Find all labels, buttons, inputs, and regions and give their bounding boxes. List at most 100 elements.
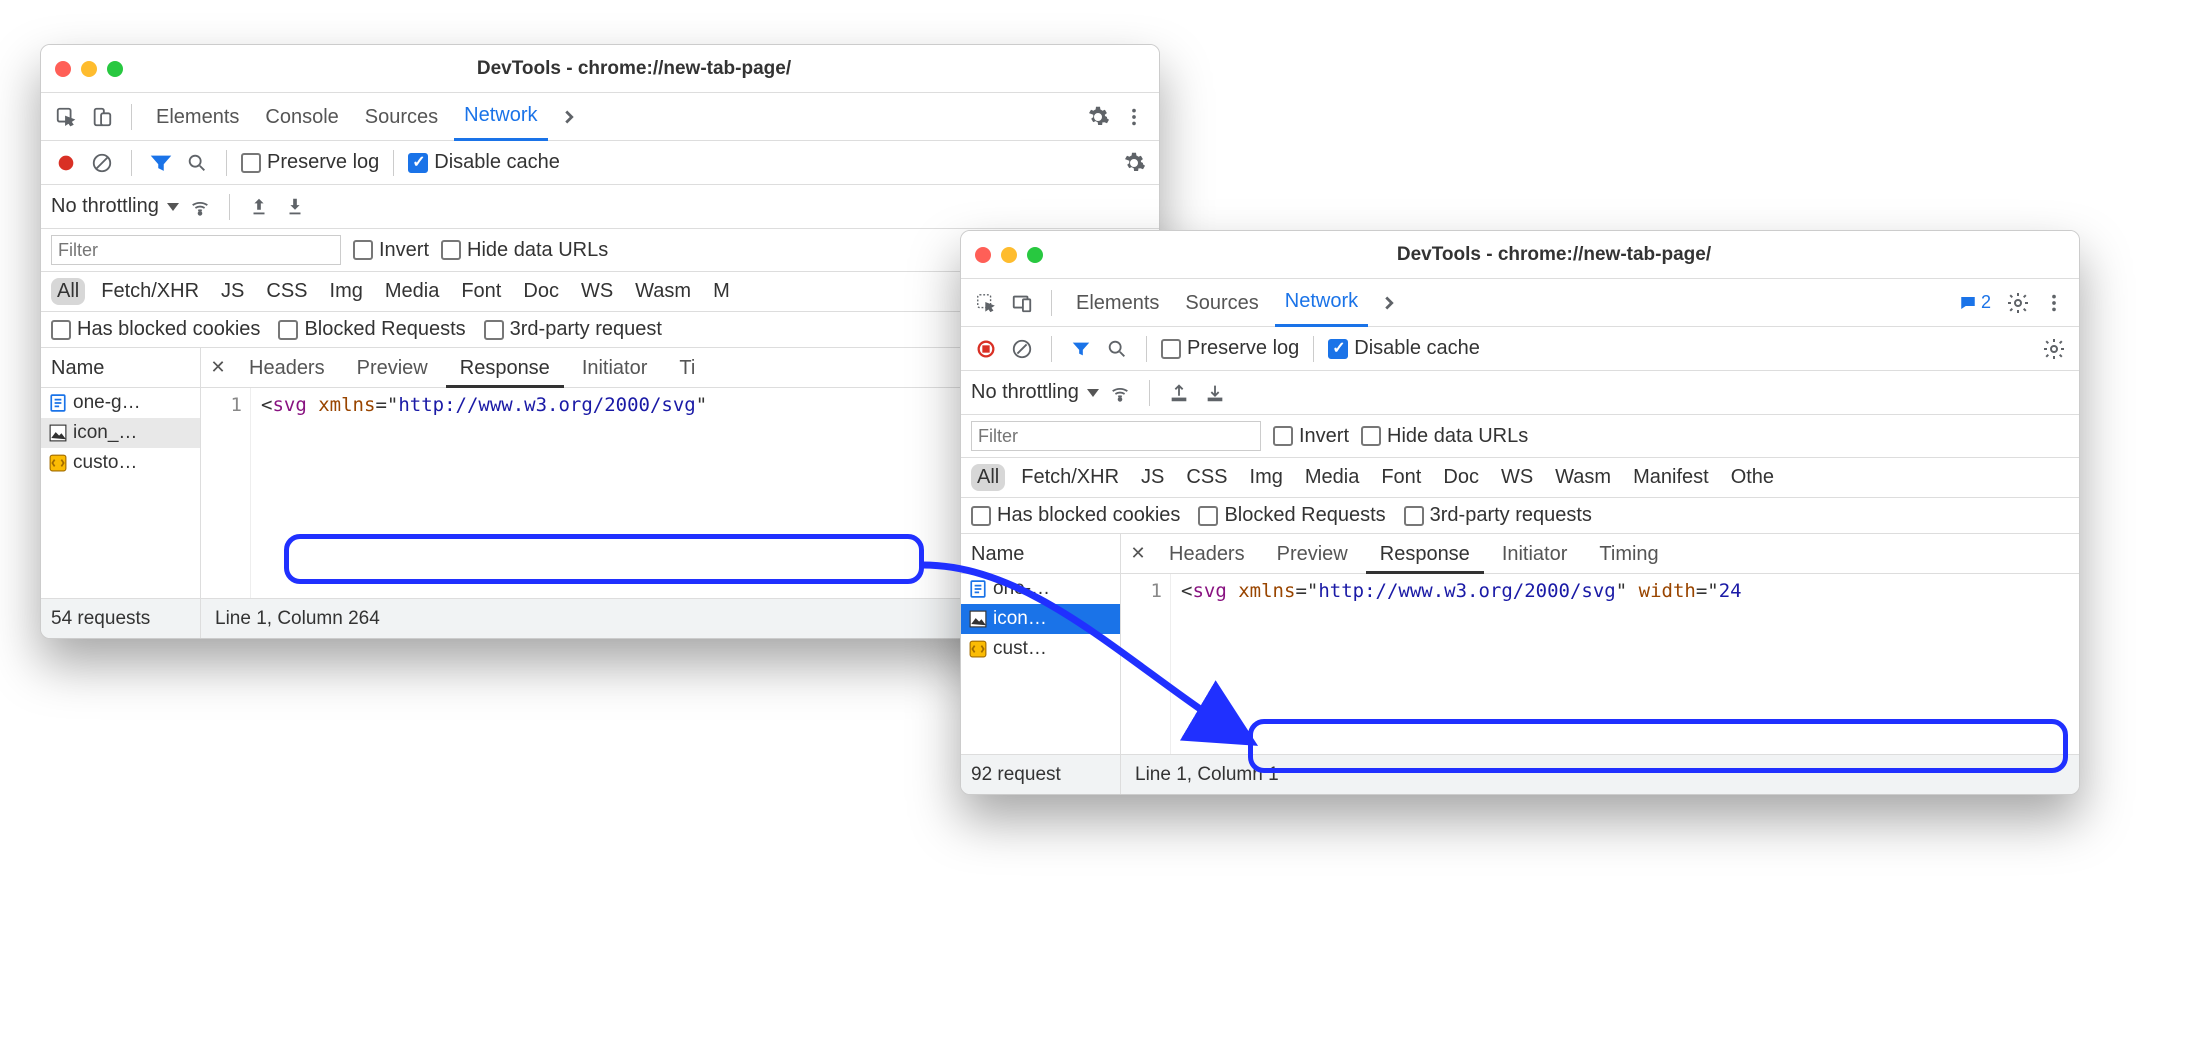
clear-icon[interactable] (87, 148, 117, 178)
type-js[interactable]: JS (215, 278, 250, 305)
blocked-cookies-checkbox[interactable]: Has blocked cookies (51, 318, 260, 341)
hide-data-urls-checkbox[interactable]: Hide data URLs (441, 239, 608, 262)
tab-elements[interactable]: Elements (1066, 279, 1169, 327)
dtab-response[interactable]: Response (446, 348, 564, 388)
more-tabs-icon[interactable] (554, 102, 584, 132)
dtab-timing[interactable]: Timing (1585, 534, 1672, 574)
third-party-checkbox[interactable]: 3rd-party request (484, 318, 662, 341)
invert-checkbox[interactable]: Invert (1273, 425, 1349, 448)
dtab-initiator[interactable]: Initiator (1488, 534, 1582, 574)
maximize-window-icon[interactable] (1027, 247, 1043, 263)
type-media[interactable]: Media (1299, 464, 1365, 491)
name-column-header[interactable]: Name (41, 348, 200, 388)
filter-icon[interactable] (1066, 334, 1096, 364)
wifi-icon[interactable] (185, 192, 215, 222)
dtab-initiator[interactable]: Initiator (568, 348, 662, 388)
type-js[interactable]: JS (1135, 464, 1170, 491)
tab-sources[interactable]: Sources (1175, 279, 1268, 327)
invert-checkbox[interactable]: Invert (353, 239, 429, 262)
type-wasm[interactable]: Wasm (1549, 464, 1617, 491)
preserve-log-checkbox[interactable]: Preserve log (1161, 337, 1299, 360)
titlebar[interactable]: DevTools - chrome://new-tab-page/ (961, 231, 2079, 279)
disable-cache-checkbox[interactable]: Disable cache (1328, 337, 1480, 360)
request-row[interactable]: icon_… (41, 418, 200, 448)
settings-icon[interactable] (2003, 288, 2033, 318)
more-tabs-icon[interactable] (1374, 288, 1404, 318)
inspect-element-icon[interactable] (51, 102, 81, 132)
device-toggle-icon[interactable] (87, 102, 117, 132)
type-css[interactable]: CSS (1180, 464, 1233, 491)
preserve-log-checkbox[interactable]: Preserve log (241, 151, 379, 174)
minimize-window-icon[interactable] (1001, 247, 1017, 263)
search-icon[interactable] (182, 148, 212, 178)
tab-elements[interactable]: Elements (146, 93, 249, 141)
wifi-icon[interactable] (1105, 378, 1135, 408)
dtab-preview[interactable]: Preview (1263, 534, 1362, 574)
third-party-checkbox[interactable]: 3rd-party requests (1404, 504, 1592, 527)
type-more[interactable]: M (707, 278, 736, 305)
blocked-cookies-checkbox[interactable]: Has blocked cookies (971, 504, 1180, 527)
request-row[interactable]: custo… (41, 448, 200, 478)
type-all[interactable]: All (971, 464, 1005, 491)
dtab-preview[interactable]: Preview (343, 348, 442, 388)
name-column-header[interactable]: Name (961, 534, 1120, 574)
type-img[interactable]: Img (324, 278, 369, 305)
type-css[interactable]: CSS (260, 278, 313, 305)
network-settings-icon[interactable] (2039, 334, 2069, 364)
hide-data-urls-checkbox[interactable]: Hide data URLs (1361, 425, 1528, 448)
tab-network[interactable]: Network (454, 93, 547, 141)
maximize-window-icon[interactable] (107, 61, 123, 77)
type-all[interactable]: All (51, 278, 85, 305)
close-window-icon[interactable] (55, 61, 71, 77)
close-window-icon[interactable] (975, 247, 991, 263)
device-toggle-icon[interactable] (1007, 288, 1037, 318)
search-icon[interactable] (1102, 334, 1132, 364)
dtab-headers[interactable]: Headers (1155, 534, 1259, 574)
record-icon[interactable] (971, 334, 1001, 364)
dtab-headers[interactable]: Headers (235, 348, 339, 388)
request-row[interactable]: icon… (961, 604, 1120, 634)
kebab-menu-icon[interactable] (2039, 288, 2069, 318)
type-fetch[interactable]: Fetch/XHR (1015, 464, 1125, 491)
type-doc[interactable]: Doc (1437, 464, 1485, 491)
throttling-select[interactable]: No throttling (971, 381, 1099, 404)
tab-network[interactable]: Network (1275, 279, 1368, 327)
upload-icon[interactable] (244, 192, 274, 222)
type-img[interactable]: Img (1244, 464, 1289, 491)
type-ws[interactable]: WS (1495, 464, 1539, 491)
type-font[interactable]: Font (1375, 464, 1427, 491)
dtab-response[interactable]: Response (1366, 534, 1484, 574)
filter-input[interactable] (51, 235, 341, 265)
record-icon[interactable] (51, 148, 81, 178)
throttling-select[interactable]: No throttling (51, 195, 179, 218)
settings-icon[interactable] (1083, 102, 1113, 132)
type-ws[interactable]: WS (575, 278, 619, 305)
clear-icon[interactable] (1007, 334, 1037, 364)
request-row[interactable]: one-g… (41, 388, 200, 418)
type-doc[interactable]: Doc (517, 278, 565, 305)
blocked-requests-checkbox[interactable]: Blocked Requests (1198, 504, 1385, 527)
filter-icon[interactable] (146, 148, 176, 178)
minimize-window-icon[interactable] (81, 61, 97, 77)
tab-sources[interactable]: Sources (355, 93, 448, 141)
type-font[interactable]: Font (455, 278, 507, 305)
inspect-element-icon[interactable] (971, 288, 1001, 318)
issues-badge[interactable]: 2 (1953, 290, 1997, 315)
close-detail-icon[interactable]: ✕ (1125, 541, 1151, 567)
type-media[interactable]: Media (379, 278, 445, 305)
network-settings-icon[interactable] (1119, 148, 1149, 178)
type-manifest[interactable]: Manifest (1627, 464, 1715, 491)
type-fetch[interactable]: Fetch/XHR (95, 278, 205, 305)
disable-cache-checkbox[interactable]: Disable cache (408, 151, 560, 174)
response-code[interactable]: <svg xmlns="http://www.w3.org/2000/svg" … (1171, 574, 2079, 754)
download-icon[interactable] (1200, 378, 1230, 408)
tab-console[interactable]: Console (255, 93, 348, 141)
kebab-menu-icon[interactable] (1119, 102, 1149, 132)
request-row[interactable]: one-… (961, 574, 1120, 604)
upload-icon[interactable] (1164, 378, 1194, 408)
titlebar[interactable]: DevTools - chrome://new-tab-page/ (41, 45, 1159, 93)
blocked-requests-checkbox[interactable]: Blocked Requests (278, 318, 465, 341)
download-icon[interactable] (280, 192, 310, 222)
type-wasm[interactable]: Wasm (629, 278, 697, 305)
request-row[interactable]: cust… (961, 634, 1120, 664)
